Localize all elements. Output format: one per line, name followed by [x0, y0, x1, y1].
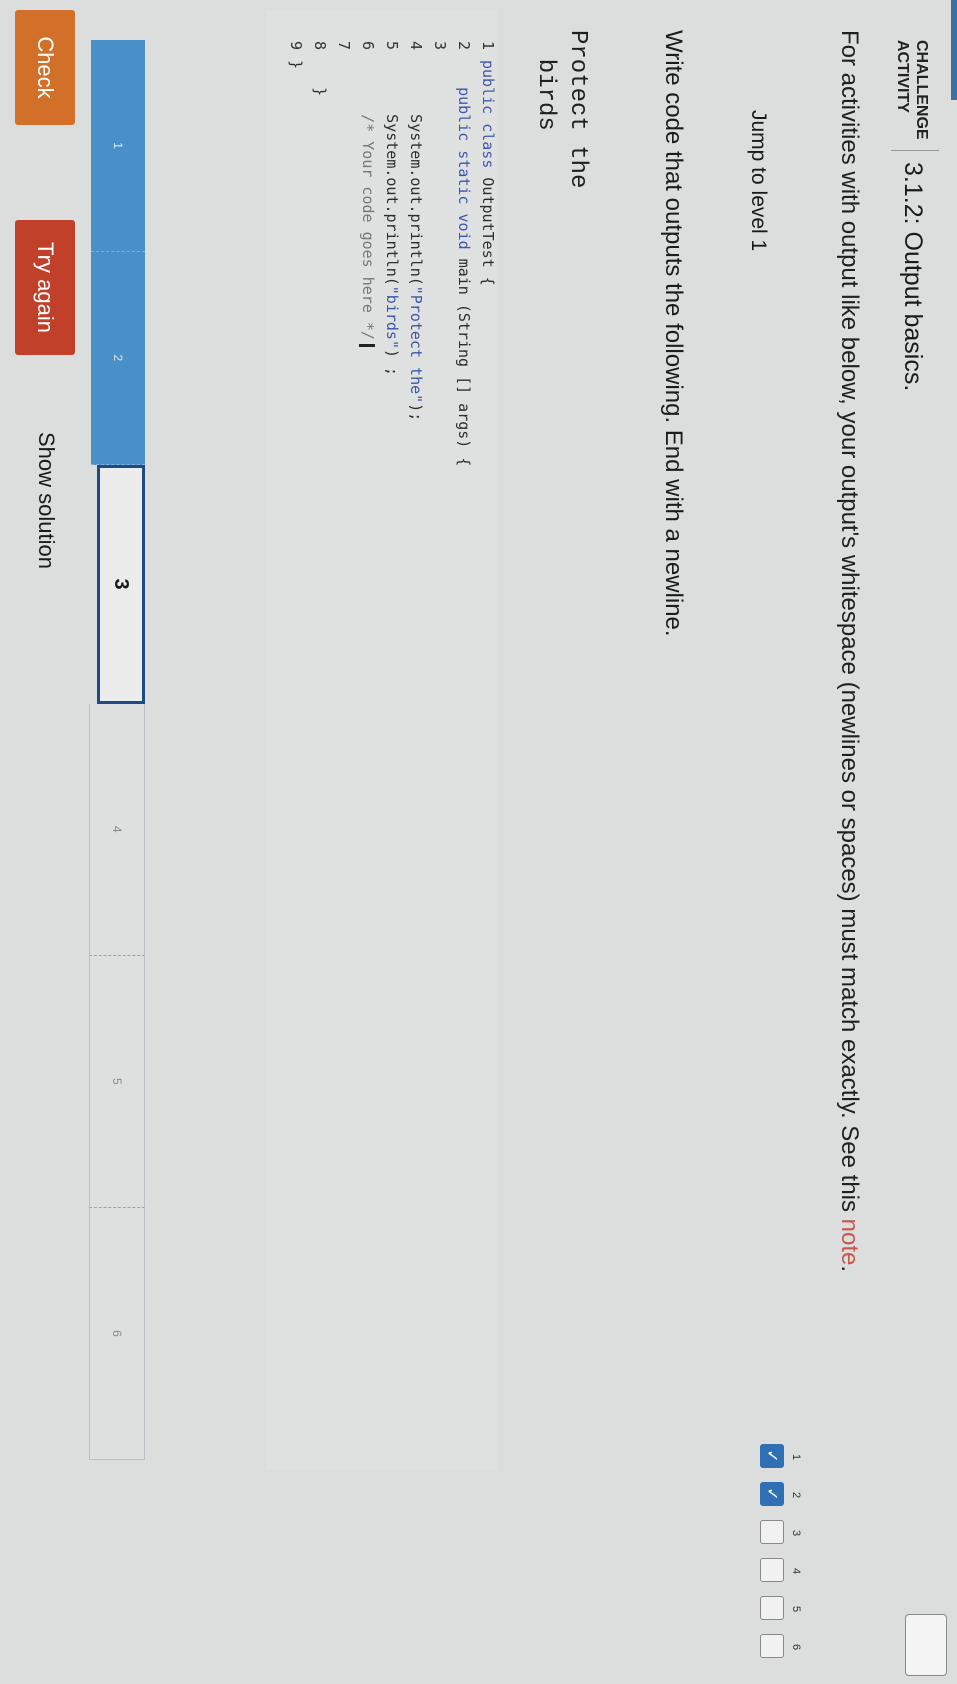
code-token: ) ;	[383, 349, 401, 377]
expected-output: Protect the birds	[532, 30, 591, 189]
code-token: );	[407, 403, 425, 422]
code-line[interactable]: 8 }	[307, 10, 329, 96]
check-button[interactable]: Check	[15, 10, 75, 125]
level-number: 4	[790, 1567, 802, 1575]
code-line[interactable]: 7	[331, 10, 353, 60]
progress-segment-2[interactable]: 2	[91, 252, 145, 465]
line-number: 6	[359, 40, 377, 50]
line-number: 8	[311, 40, 329, 50]
level-4[interactable]: 4	[760, 1558, 802, 1584]
jump-to-level-link[interactable]: Jump to level 1	[746, 110, 770, 251]
instructions-text: For activities with output like below, y…	[836, 30, 863, 1219]
level-3[interactable]: 3	[760, 1520, 802, 1546]
level-number: 5	[790, 1605, 802, 1613]
line-number: 9	[287, 40, 305, 50]
code-token: System.out.println(	[383, 60, 401, 286]
level-progress-bar: 123456	[89, 40, 145, 1460]
code-token: OutputTest {	[479, 177, 497, 286]
level-incomplete-box[interactable]	[760, 1520, 784, 1544]
code-line[interactable]: 5 System.out.println("birds") ;	[379, 10, 401, 376]
header-accent-bar	[951, 0, 957, 100]
progress-segment-6[interactable]: 6	[89, 1207, 145, 1460]
progress-segment-3[interactable]: 3	[97, 464, 145, 704]
line-number: 2	[455, 40, 473, 50]
code-line[interactable]: 6 /* Your code goes here */	[355, 10, 377, 347]
code-line[interactable]: 2 public static void main (String [] arg…	[451, 10, 473, 466]
line-number: 5	[383, 40, 401, 50]
level-number: 1	[790, 1453, 802, 1461]
level-number: 3	[790, 1529, 802, 1537]
code-line[interactable]: 4 System.out.println("Protect the");	[403, 10, 425, 421]
activity-type-label: CHALLENGE ACTIVITY	[894, 40, 930, 140]
code-line[interactable]: 1 public class OutputTest {	[475, 10, 497, 286]
line-number: 7	[335, 40, 353, 50]
code-token: System.out.println(	[407, 60, 425, 286]
level-6[interactable]: 6	[760, 1634, 802, 1660]
challenge-activity-page: CHALLENGE ACTIVITY 3.1.2: Output basics.…	[0, 0, 957, 1684]
progress-segment-5[interactable]: 5	[89, 955, 145, 1208]
text-cursor	[359, 343, 376, 347]
code-editor[interactable]: 1 public class OutputTest { 2 public stati…	[267, 10, 497, 1470]
code-token: main (String [] args) {	[455, 258, 473, 467]
header-divider	[891, 150, 939, 151]
note-link[interactable]: note	[836, 1219, 863, 1266]
code-token: "Protect the"	[407, 285, 425, 404]
line-number: 1	[479, 40, 497, 50]
code-token: }	[311, 60, 329, 97]
level-complete-check-icon[interactable]: ✓	[760, 1444, 784, 1468]
instructions-suffix: .	[836, 1265, 863, 1273]
task-description: Write code that outputs the following. E…	[660, 30, 687, 637]
level-incomplete-box[interactable]	[760, 1634, 784, 1658]
level-2[interactable]: 2 ✓	[760, 1482, 802, 1508]
code-line[interactable]: 9}	[283, 10, 305, 69]
progress-segment-1[interactable]: 1	[91, 40, 145, 253]
expand-icon[interactable]	[905, 1614, 947, 1676]
try-again-button[interactable]: Try again	[15, 220, 75, 355]
code-token: }	[287, 60, 305, 70]
progress-segment-4[interactable]: 4	[89, 703, 145, 956]
code-token: public static void	[455, 60, 473, 259]
level-complete-check-icon[interactable]: ✓	[760, 1482, 784, 1506]
whitespace-instructions: For activities with output like below, y…	[835, 30, 863, 1272]
level-number: 2	[790, 1491, 802, 1499]
activity-title: 3.1.2: Output basics.	[899, 162, 927, 392]
level-incomplete-box[interactable]	[760, 1596, 784, 1620]
level-1[interactable]: 1 ✓	[760, 1444, 802, 1470]
line-number: 3	[431, 40, 449, 50]
code-line[interactable]: 3	[427, 10, 449, 60]
line-number: 4	[407, 40, 425, 50]
code-token: "birds"	[383, 285, 401, 349]
level-5[interactable]: 5	[760, 1596, 802, 1622]
code-token: public class	[479, 60, 497, 178]
code-token: /* Your code goes here */	[359, 60, 377, 340]
level-incomplete-box[interactable]	[760, 1558, 784, 1582]
level-number: 6	[790, 1643, 802, 1651]
show-solution-link[interactable]: Show solution	[33, 432, 59, 569]
